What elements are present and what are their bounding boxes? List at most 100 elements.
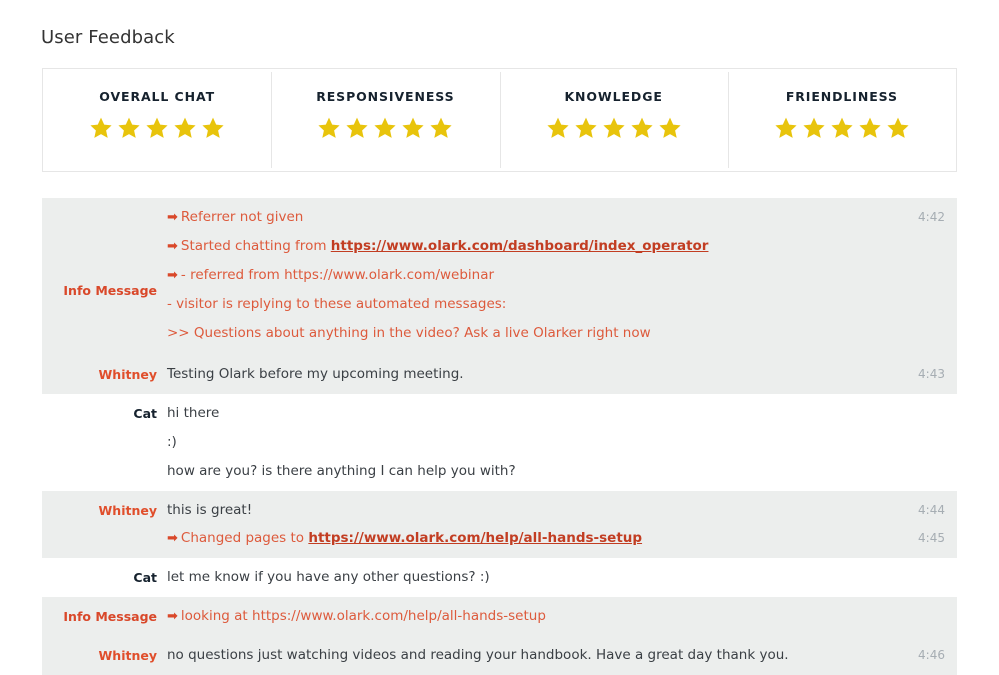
chat-message-body: this is great! xyxy=(167,491,883,530)
chat-timestamp: 4:44 xyxy=(918,503,945,517)
star-icon xyxy=(630,116,654,140)
message-text: Testing Olark before my upcoming meeting… xyxy=(167,366,464,382)
message-link[interactable]: https://www.olark.com/help/all-hands-set… xyxy=(308,530,642,546)
message-text: Started chatting from xyxy=(180,238,331,254)
star-icon xyxy=(774,116,798,140)
rating-card-friendliness: FRIENDLINESS xyxy=(727,69,956,171)
message-text: no questions just watching videos and re… xyxy=(167,647,789,663)
chat-author-operator: Cat xyxy=(133,406,157,421)
chat-timestamp xyxy=(883,394,957,416)
message-text: how are you? is there anything I can hel… xyxy=(167,463,516,479)
chat-author-visitor: Whitney xyxy=(98,503,157,518)
rating-card-overall-chat: OVERALL CHAT xyxy=(43,69,271,171)
rating-label: OVERALL CHAT xyxy=(99,89,215,104)
message-text: Changed pages to xyxy=(180,530,309,546)
message-text: - visitor is replying to these automated… xyxy=(167,296,507,312)
star-icon xyxy=(802,116,826,140)
star-icon xyxy=(401,116,425,140)
star-icon xyxy=(317,116,341,140)
chat-timestamp xyxy=(883,558,957,580)
chat-row: Whitney this is great! 4:44 xyxy=(42,491,957,530)
arrow-icon: ➡ xyxy=(167,210,178,225)
star-icon xyxy=(602,116,626,140)
chat-message-line: :) xyxy=(167,434,871,451)
star-rating xyxy=(317,116,453,140)
chat-row: Info Message ➡ looking at https://www.olar… xyxy=(42,597,957,636)
star-icon xyxy=(201,116,225,140)
chat-transcript: Info Message ➡ Referrer not given ➡ Started … xyxy=(42,198,957,675)
star-icon xyxy=(546,116,570,140)
chat-message-line: >> Questions about anything in the video… xyxy=(167,325,871,342)
rating-label: FRIENDLINESS xyxy=(785,89,898,104)
arrow-icon: ➡ xyxy=(167,268,178,283)
arrow-icon: ➡ xyxy=(167,609,178,624)
chat-author-visitor: Whitney xyxy=(98,367,157,382)
star-icon xyxy=(858,116,882,140)
star-rating xyxy=(546,116,682,140)
message-text: - referred from https://www.olark.com/we… xyxy=(180,267,495,283)
message-text: >> Questions about anything in the video… xyxy=(167,325,651,341)
chat-message-body: ➡ looking at https://www.olark.com/help/a… xyxy=(167,597,883,636)
star-icon xyxy=(345,116,369,140)
chat-message-body: no questions just watching videos and re… xyxy=(167,636,883,675)
message-text: Referrer not given xyxy=(180,209,304,225)
chat-author-info: Info Message xyxy=(63,609,157,624)
message-text: :) xyxy=(167,434,177,450)
star-icon xyxy=(373,116,397,140)
message-text: hi there xyxy=(167,405,220,421)
chat-timestamp: 4:43 xyxy=(918,367,945,381)
chat-message-line: ➡ - referred from https://www.olark.com/w… xyxy=(167,267,871,284)
star-icon xyxy=(658,116,682,140)
star-icon xyxy=(429,116,453,140)
star-icon xyxy=(145,116,169,140)
chat-message-line: this is great! xyxy=(167,502,871,519)
ratings-card: OVERALL CHAT RESPONSIVENESS KNOWLEDGE FRIEN… xyxy=(42,68,957,172)
chat-timestamp: 4:46 xyxy=(918,648,945,662)
chat-timestamp: 4:42 xyxy=(918,210,945,224)
rating-card-knowledge: KNOWLEDGE xyxy=(499,69,728,171)
rating-card-responsiveness: RESPONSIVENESS xyxy=(271,69,499,171)
chat-row: Whitney Testing Olark before my upcoming … xyxy=(42,355,957,394)
chat-message-line: hi there xyxy=(167,405,871,422)
rating-label: RESPONSIVENESS xyxy=(316,89,455,104)
arrow-icon: ➡ xyxy=(167,531,178,546)
star-icon xyxy=(574,116,598,140)
chat-message-line: - visitor is replying to these automated… xyxy=(167,296,871,313)
chat-author-visitor: Whitney xyxy=(98,648,157,663)
star-rating xyxy=(89,116,225,140)
star-icon xyxy=(173,116,197,140)
rating-label: KNOWLEDGE xyxy=(564,89,663,104)
user-feedback-page: User Feedback OVERALL CHAT RESPONSIVENESS… xyxy=(0,0,999,675)
chat-message-line: how are you? is there anything I can hel… xyxy=(167,463,871,480)
message-text: looking at https://www.olark.com/help/al… xyxy=(180,608,546,624)
chat-message-body: let me know if you have any other questi… xyxy=(167,558,883,597)
chat-row: Whitney no questions just watching videos… xyxy=(42,636,957,675)
star-rating xyxy=(774,116,910,140)
chat-row: Cat let me know if you have any other que… xyxy=(42,558,957,597)
chat-timestamp xyxy=(883,597,957,619)
message-text: let me know if you have any other questi… xyxy=(167,569,490,585)
star-icon xyxy=(89,116,113,140)
chat-message-line: Testing Olark before my upcoming meeting… xyxy=(167,366,871,383)
star-icon xyxy=(117,116,141,140)
chat-row-subline: ➡ Changed pages to https://www.olark.com/… xyxy=(42,530,957,558)
chat-message-line: ➡ Started chatting from https://www.olark… xyxy=(167,238,871,255)
chat-message-body: Testing Olark before my upcoming meeting… xyxy=(167,355,883,394)
chat-message-line: let me know if you have any other questi… xyxy=(167,569,871,586)
chat-message-body: hi there:) how are you? is there anything… xyxy=(167,394,883,491)
chat-message-line: ➡ looking at https://www.olark.com/help/a… xyxy=(167,608,871,625)
chat-message-line: no questions just watching videos and re… xyxy=(167,647,871,664)
arrow-icon: ➡ xyxy=(167,239,178,254)
chat-timestamp: 4:45 xyxy=(918,531,945,545)
chat-row: Info Message ➡ Referrer not given ➡ Started … xyxy=(42,198,957,355)
chat-row: Cat hi there:) how are you? is there anyth… xyxy=(42,394,957,491)
chat-message-body: ➡ Referrer not given ➡ Started chatting fro… xyxy=(167,198,883,355)
chat-author-operator: Cat xyxy=(133,570,157,585)
message-link[interactable]: https://www.olark.com/dashboard/index_op… xyxy=(331,238,709,254)
chat-author-info: Info Message xyxy=(63,283,157,298)
star-icon xyxy=(886,116,910,140)
star-icon xyxy=(830,116,854,140)
chat-message-line: ➡ Referrer not given xyxy=(167,209,871,226)
page-title: User Feedback xyxy=(41,27,175,48)
chat-message-body: ➡ Changed pages to https://www.olark.com/… xyxy=(167,530,883,558)
